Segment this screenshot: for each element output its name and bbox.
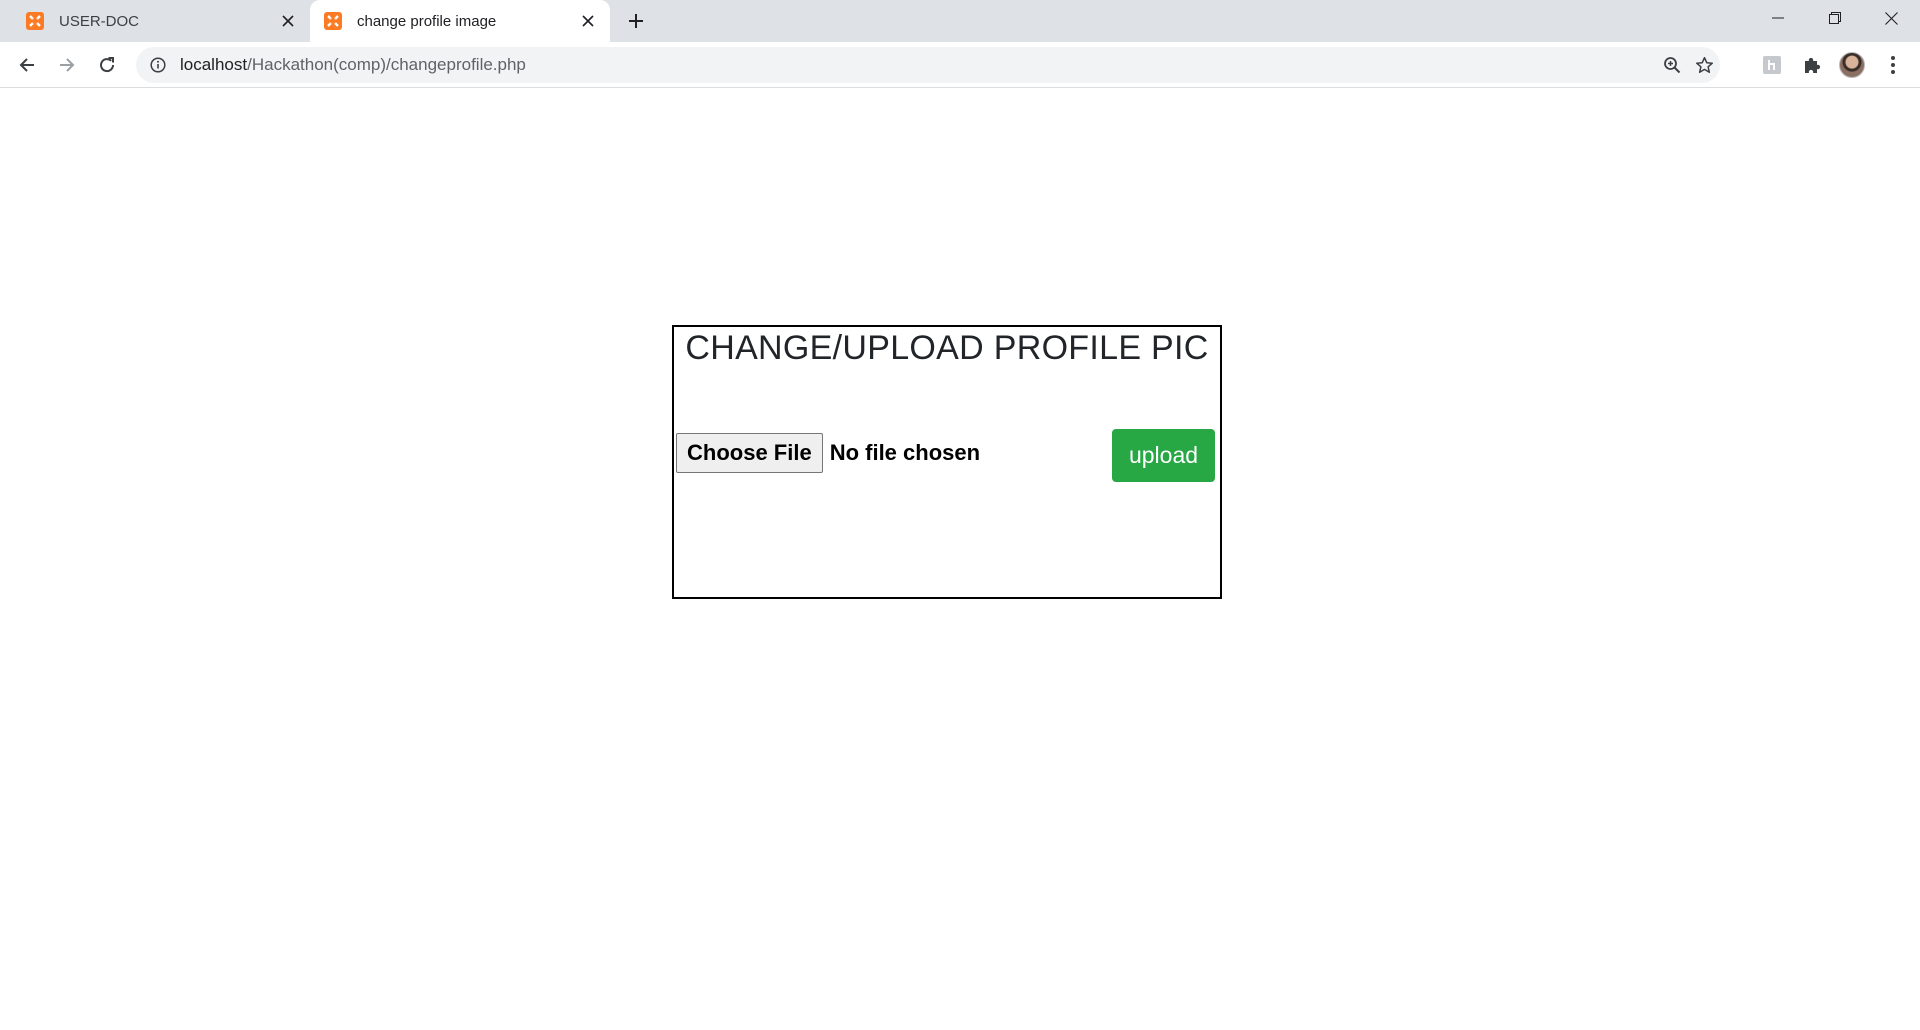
- close-window-button[interactable]: [1863, 0, 1920, 36]
- window-controls: [1749, 0, 1920, 36]
- back-button[interactable]: [11, 49, 43, 81]
- new-tab-button[interactable]: [622, 7, 650, 35]
- reload-button[interactable]: [91, 49, 123, 81]
- xampp-icon: [323, 11, 343, 31]
- page-title: CHANGE/UPLOAD PROFILE PIC: [685, 329, 1209, 367]
- profile-button[interactable]: [1836, 49, 1868, 81]
- tab-strip: USER-DOC change profile image: [0, 0, 1920, 42]
- url-path: /Hackathon(comp)/changeprofile.php: [247, 55, 526, 74]
- url-host: localhost: [180, 55, 248, 74]
- minimize-button[interactable]: [1749, 0, 1806, 36]
- forward-button[interactable]: [51, 49, 83, 81]
- extensions-menu-button[interactable]: [1796, 49, 1828, 81]
- extension-icon: [1763, 56, 1781, 74]
- restore-button[interactable]: [1806, 0, 1863, 36]
- upload-button[interactable]: upload: [1112, 429, 1215, 482]
- upload-form: CHANGE/UPLOAD PROFILE PIC Choose File No…: [672, 325, 1222, 599]
- url-text[interactable]: localhost/Hackathon(comp)/changeprofile.…: [180, 55, 526, 75]
- puzzle-icon: [1805, 57, 1821, 73]
- reload-icon: [100, 57, 115, 73]
- close-icon[interactable]: [576, 9, 600, 33]
- close-icon: [1885, 11, 1898, 25]
- menu-button[interactable]: [1877, 49, 1909, 81]
- avatar: [1839, 52, 1865, 78]
- star-icon[interactable]: [1694, 55, 1714, 75]
- address-bar[interactable]: localhost/Hackathon(comp)/changeprofile.…: [136, 47, 1720, 83]
- tab-user-doc[interactable]: USER-DOC: [12, 0, 310, 42]
- kebab-menu-icon: [1891, 56, 1895, 74]
- tab-change-profile-image[interactable]: change profile image: [310, 0, 610, 42]
- browser-toolbar: localhost/Hackathon(comp)/changeprofile.…: [0, 42, 1920, 88]
- info-icon[interactable]: [148, 55, 168, 75]
- close-icon[interactable]: [276, 9, 300, 33]
- choose-file-button[interactable]: Choose File: [676, 433, 823, 473]
- zoom-icon[interactable]: [1662, 55, 1682, 75]
- page-content: CHANGE/UPLOAD PROFILE PIC Choose File No…: [0, 89, 1920, 1030]
- back-arrow-icon: [19, 58, 34, 72]
- extension-button[interactable]: [1756, 49, 1788, 81]
- plus-icon: [629, 14, 643, 28]
- restore-icon: [1828, 12, 1841, 24]
- forward-arrow-icon: [60, 58, 75, 72]
- tab-title: change profile image: [357, 12, 497, 30]
- file-status: No file chosen: [829, 440, 981, 465]
- minimize-icon: [1771, 17, 1784, 19]
- tab-title: USER-DOC: [59, 12, 140, 30]
- file-input[interactable]: Choose File No file chosen: [676, 433, 980, 473]
- xampp-icon: [25, 11, 45, 31]
